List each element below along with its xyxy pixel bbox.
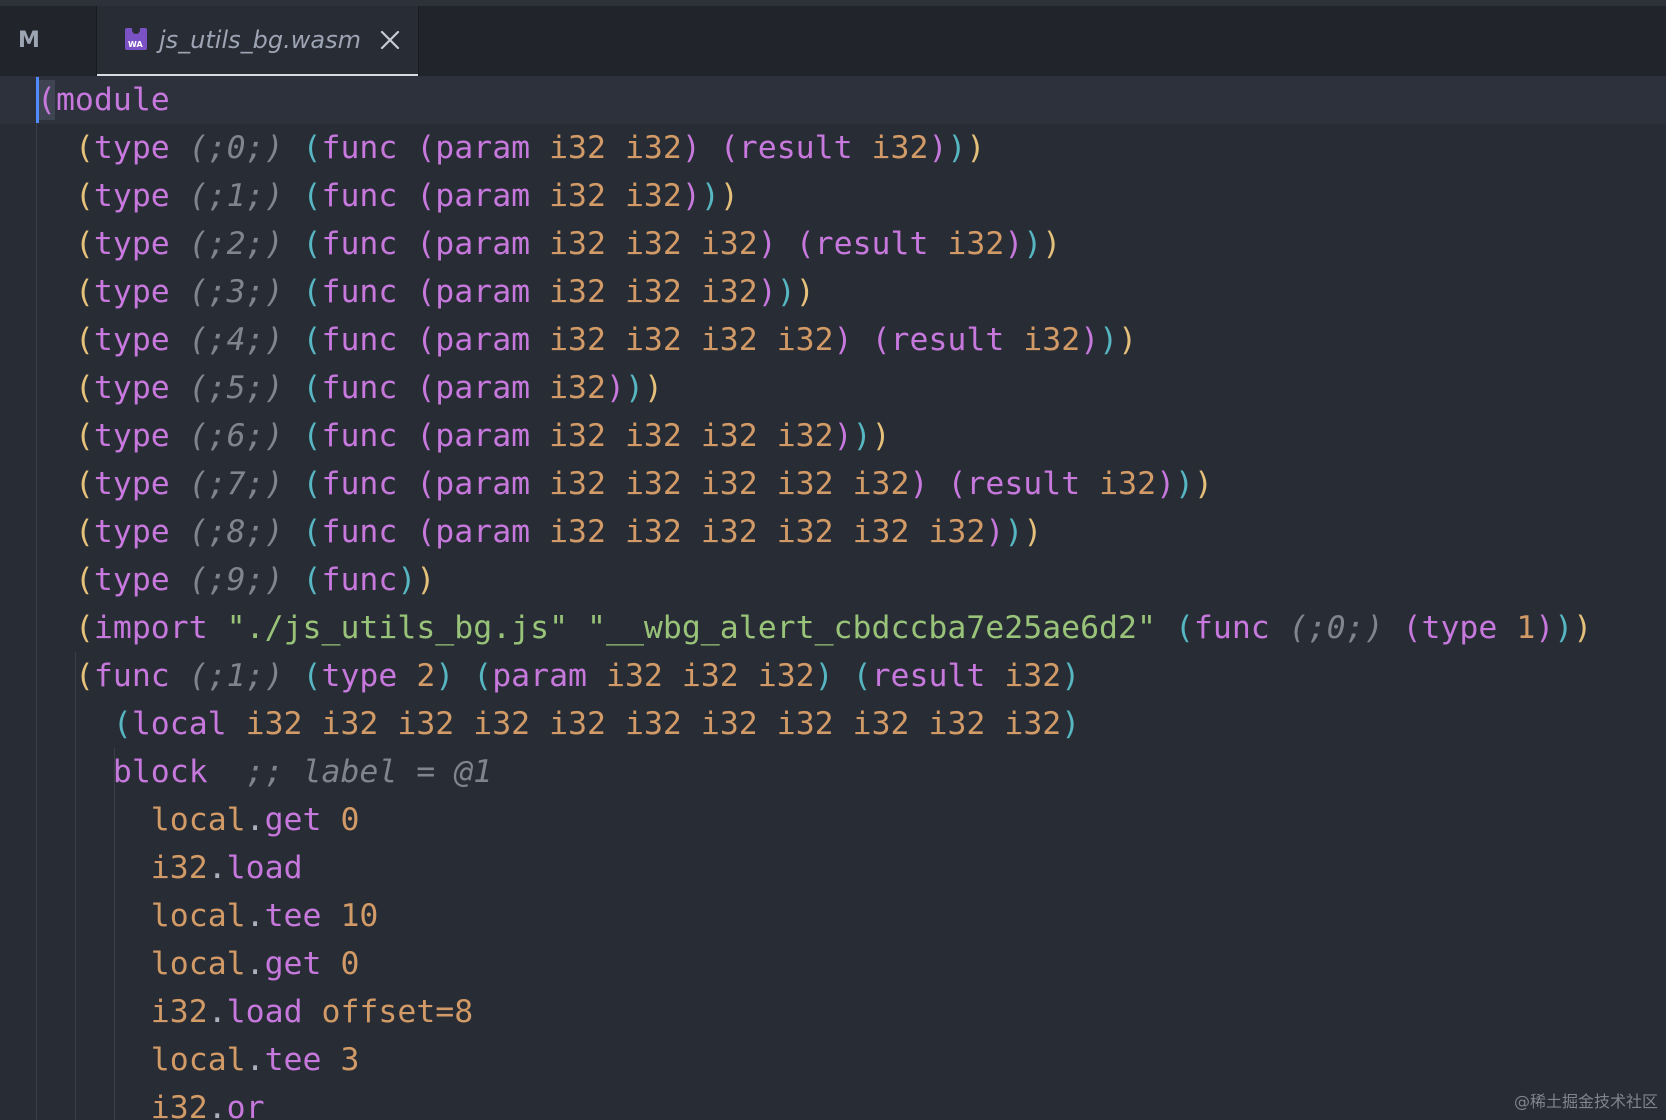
- code-editor[interactable]: (module (type (;0;) (func (param i32 i32…: [0, 76, 1666, 1120]
- code-line[interactable]: (type (;1;) (func (param i32 i32))): [37, 172, 1592, 220]
- code-line[interactable]: (module: [37, 76, 1592, 124]
- editor-window: M WA js_utils_bg.wasm (module (type (;0;…: [0, 0, 1666, 1120]
- code-line[interactable]: local.get 0: [37, 940, 1592, 988]
- code-line[interactable]: i32.load offset=8: [37, 988, 1592, 1036]
- code-line[interactable]: (local i32 i32 i32 i32 i32 i32 i32 i32 i…: [37, 700, 1592, 748]
- code-line[interactable]: (type (;2;) (func (param i32 i32 i32) (r…: [37, 220, 1592, 268]
- code-line[interactable]: block ;; label = @1: [37, 748, 1592, 796]
- code-line[interactable]: (type (;9;) (func)): [37, 556, 1592, 604]
- code-line[interactable]: local.get 0: [37, 796, 1592, 844]
- tab-previous-label: M: [18, 28, 40, 53]
- code-line[interactable]: i32.load: [37, 844, 1592, 892]
- code-text[interactable]: (module (type (;0;) (func (param i32 i32…: [37, 76, 1592, 1120]
- code-line[interactable]: (type (;5;) (func (param i32))): [37, 364, 1592, 412]
- code-line[interactable]: i32.or: [37, 1084, 1592, 1120]
- tab-label: js_utils_bg.wasm: [159, 26, 361, 54]
- code-line[interactable]: (type (;7;) (func (param i32 i32 i32 i32…: [37, 460, 1592, 508]
- code-line[interactable]: (type (;0;) (func (param i32 i32) (resul…: [37, 124, 1592, 172]
- code-line[interactable]: local.tee 3: [37, 1036, 1592, 1084]
- code-line[interactable]: (type (;8;) (func (param i32 i32 i32 i32…: [37, 508, 1592, 556]
- close-icon[interactable]: [379, 29, 401, 51]
- watermark: @稀土掘金技术社区: [1513, 1092, 1658, 1111]
- code-line[interactable]: local.tee 10: [37, 892, 1592, 940]
- tab-previous[interactable]: M: [0, 6, 97, 76]
- wasm-file-icon: WA: [125, 28, 147, 50]
- code-line[interactable]: (import "./js_utils_bg.js" "__wbg_alert_…: [37, 604, 1592, 652]
- tab-js-utils-bg-wasm[interactable]: WA js_utils_bg.wasm: [97, 6, 419, 76]
- code-line[interactable]: (type (;3;) (func (param i32 i32 i32))): [37, 268, 1592, 316]
- code-line[interactable]: (type (;6;) (func (param i32 i32 i32 i32…: [37, 412, 1592, 460]
- code-line[interactable]: (func (;1;) (type 2) (param i32 i32 i32)…: [37, 652, 1592, 700]
- tab-bar: M WA js_utils_bg.wasm: [0, 6, 1666, 76]
- code-line[interactable]: (type (;4;) (func (param i32 i32 i32 i32…: [37, 316, 1592, 364]
